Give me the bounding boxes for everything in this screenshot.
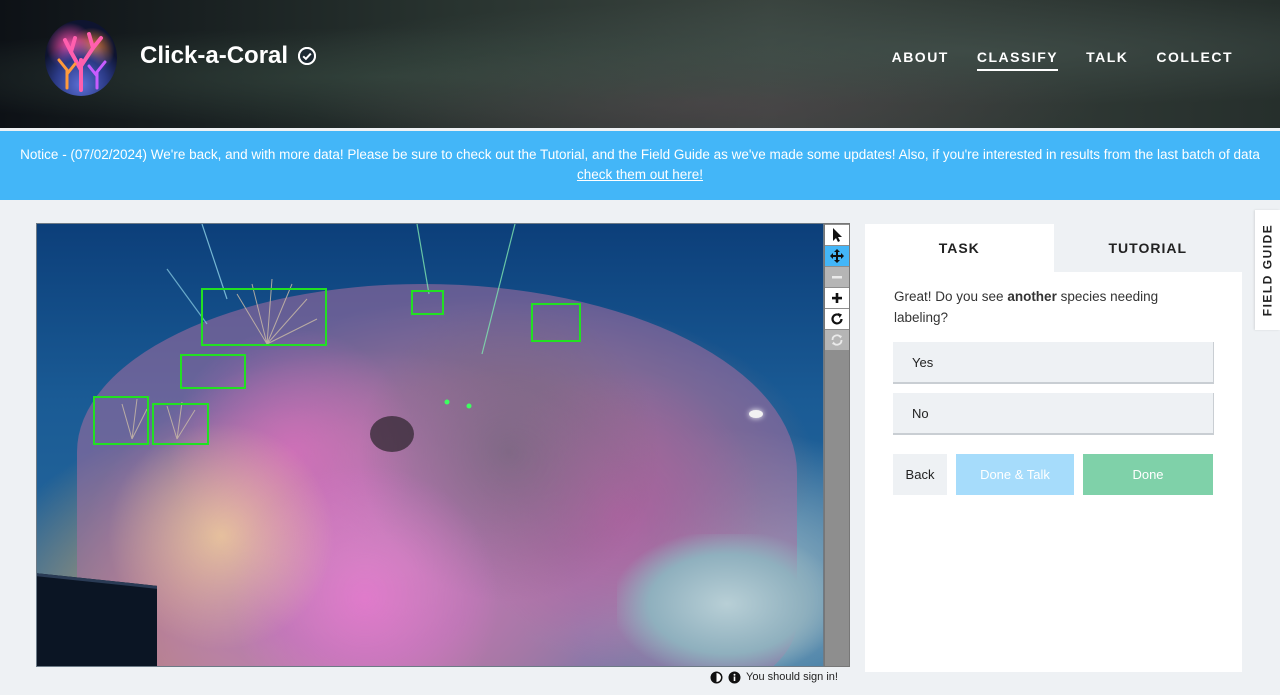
subject-image[interactable] [36,223,824,667]
pointer-icon [833,228,842,242]
annotation-box[interactable] [531,303,581,342]
results-link[interactable]: check them out here! [577,167,703,182]
main-nav: ABOUT CLASSIFY TALK COLLECT [892,49,1233,71]
annotation-box[interactable] [152,403,209,445]
zoom-out-button[interactable] [825,267,849,287]
annotation-box[interactable] [201,288,327,346]
zoom-out-icon [832,276,842,279]
move-tool-button[interactable] [825,246,849,266]
move-icon [830,249,844,263]
back-button[interactable]: Back [893,454,947,495]
annotation-box[interactable] [411,290,444,315]
contrast-icon[interactable] [710,671,723,684]
nav-collect[interactable]: COLLECT [1156,49,1233,71]
zoom-in-icon [832,293,842,303]
answer-no-label: No [912,405,929,421]
answer-yes[interactable]: Yes [893,342,1214,384]
verified-badge-icon [298,47,317,65]
field-guide-label: FIELD GUIDE [1260,223,1275,317]
question-prefix: Great! Do you see [894,289,1008,304]
sign-in-notice: You should sign in! [746,671,838,683]
annotation-box[interactable] [180,354,246,389]
survey-equipment [37,572,157,666]
task-panel: TASK TUTORIAL Great! Do you see another … [865,224,1242,672]
annotation-box[interactable] [93,396,149,445]
field-guide-tab[interactable]: FIELD GUIDE [1255,210,1280,330]
task-question: Great! Do you see another species needin… [894,286,1194,328]
project-title[interactable]: Click-a-Coral [140,42,317,70]
nav-classify[interactable]: CLASSIFY [976,49,1059,71]
zoom-in-button[interactable] [825,288,849,308]
question-emphasis: another [1007,289,1057,304]
image-toolbar [824,223,850,667]
tab-tutorial[interactable]: TUTORIAL [1053,224,1242,272]
project-logo[interactable] [45,20,117,96]
reset-icon [831,334,843,346]
answer-yes-label: Yes [912,354,934,370]
nav-about[interactable]: ABOUT [892,49,949,71]
done-button[interactable]: Done [1083,454,1213,495]
done-and-talk-button[interactable]: Done & Talk [956,454,1074,495]
info-icon[interactable] [728,671,741,684]
notice-text: Notice - (07/02/2024) We're back, and wi… [20,147,1260,162]
site-header: Click-a-Coral ABOUT CLASSIFY TALK COLLEC… [0,0,1280,128]
nav-talk[interactable]: TALK [1086,49,1128,71]
pointer-tool-button[interactable] [825,225,849,245]
reset-view-button[interactable] [825,330,849,350]
project-name[interactable]: Click-a-Coral [140,42,288,70]
answer-no[interactable]: No [893,393,1214,435]
task-tabs: TASK TUTORIAL [865,224,1242,272]
tab-task[interactable]: TASK [865,224,1054,272]
viewer-footer: You should sign in! [710,669,838,685]
notice-banner: Notice - (07/02/2024) We're back, and wi… [0,131,1280,200]
rotate-button[interactable] [825,309,849,329]
rotate-icon [831,313,843,325]
fish [749,410,763,418]
